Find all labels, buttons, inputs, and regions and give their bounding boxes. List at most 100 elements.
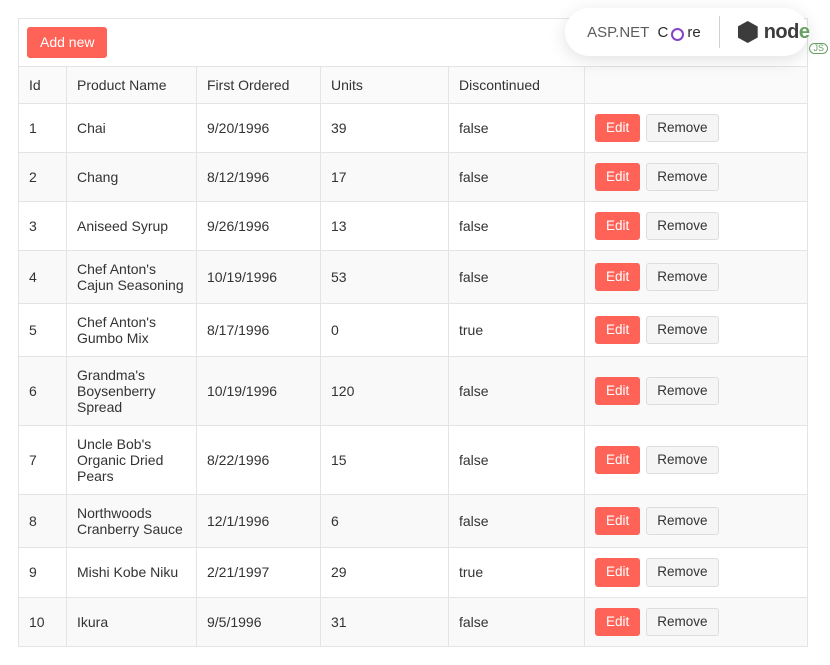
cell-discontinued: false — [449, 251, 585, 304]
cell-id: 9 — [19, 548, 67, 597]
table-row: 8Northwoods Cranberry Sauce12/1/19966fal… — [19, 495, 808, 548]
table-row: 6Grandma's Boysenberry Spread10/19/19961… — [19, 357, 808, 426]
cell-actions: EditRemove — [585, 426, 808, 495]
cell-units: 15 — [321, 426, 449, 495]
col-id[interactable]: Id — [19, 66, 67, 103]
remove-button[interactable]: Remove — [646, 558, 718, 586]
cell-units: 13 — [321, 202, 449, 251]
cell-units: 17 — [321, 152, 449, 201]
cell-actions: EditRemove — [585, 597, 808, 646]
edit-button[interactable]: Edit — [595, 507, 640, 535]
aspnet-core-ring-icon — [671, 28, 684, 41]
remove-button[interactable]: Remove — [646, 377, 718, 405]
table-row: 4Chef Anton's Cajun Seasoning10/19/19965… — [19, 251, 808, 304]
nodejs-logo: node JS — [738, 21, 786, 44]
cell-units: 29 — [321, 548, 449, 597]
cell-units: 0 — [321, 304, 449, 357]
col-units[interactable]: Units — [321, 66, 449, 103]
aspnet-text: ASP.NET — [587, 24, 649, 41]
aspnet-core-re: re — [687, 24, 700, 41]
cell-actions: EditRemove — [585, 548, 808, 597]
table-row: 9Mishi Kobe Niku2/21/199729trueEditRemov… — [19, 548, 808, 597]
cell-first-ordered: 9/20/1996 — [197, 103, 321, 152]
cell-product-name: Mishi Kobe Niku — [67, 548, 197, 597]
cell-first-ordered: 9/26/1996 — [197, 202, 321, 251]
cell-id: 4 — [19, 251, 67, 304]
cell-first-ordered: 12/1/1996 — [197, 495, 321, 548]
cell-id: 2 — [19, 152, 67, 201]
cell-discontinued: false — [449, 495, 585, 548]
col-discontinued[interactable]: Discontinued — [449, 66, 585, 103]
cell-id: 10 — [19, 597, 67, 646]
cell-discontinued: false — [449, 426, 585, 495]
cell-id: 7 — [19, 426, 67, 495]
node-js-badge: JS — [809, 43, 828, 54]
cell-first-ordered: 8/22/1996 — [197, 426, 321, 495]
edit-button[interactable]: Edit — [595, 263, 640, 291]
cell-first-ordered: 2/21/1997 — [197, 548, 321, 597]
table-row: 2Chang8/12/199617falseEditRemove — [19, 152, 808, 201]
remove-button[interactable]: Remove — [646, 212, 718, 240]
add-new-button[interactable]: Add new — [27, 27, 107, 58]
edit-button[interactable]: Edit — [595, 558, 640, 586]
cell-units: 53 — [321, 251, 449, 304]
remove-button[interactable]: Remove — [646, 446, 718, 474]
cell-discontinued: false — [449, 152, 585, 201]
cell-discontinued: false — [449, 202, 585, 251]
cell-product-name: Chef Anton's Cajun Seasoning — [67, 251, 197, 304]
col-actions — [585, 66, 808, 103]
cell-product-name: Chang — [67, 152, 197, 201]
cell-actions: EditRemove — [585, 152, 808, 201]
cell-discontinued: true — [449, 548, 585, 597]
cell-actions: EditRemove — [585, 304, 808, 357]
cell-first-ordered: 8/12/1996 — [197, 152, 321, 201]
cell-product-name: Uncle Bob's Organic Dried Pears — [67, 426, 197, 495]
cell-id: 8 — [19, 495, 67, 548]
edit-button[interactable]: Edit — [595, 316, 640, 344]
cell-product-name: Grandma's Boysenberry Spread — [67, 357, 197, 426]
cell-product-name: Chai — [67, 103, 197, 152]
aspnet-core-logo: ASP.NET C re — [587, 24, 701, 41]
cell-first-ordered: 9/5/1996 — [197, 597, 321, 646]
cell-product-name: Aniseed Syrup — [67, 202, 197, 251]
logo-separator — [719, 16, 720, 48]
col-first-ordered[interactable]: First Ordered — [197, 66, 321, 103]
cell-product-name: Chef Anton's Gumbo Mix — [67, 304, 197, 357]
edit-button[interactable]: Edit — [595, 212, 640, 240]
cell-product-name: Ikura — [67, 597, 197, 646]
cell-product-name: Northwoods Cranberry Sauce — [67, 495, 197, 548]
aspnet-core-c: C — [658, 24, 669, 41]
cell-first-ordered: 10/19/1996 — [197, 357, 321, 426]
table-row: 1Chai9/20/199639falseEditRemove — [19, 103, 808, 152]
remove-button[interactable]: Remove — [646, 507, 718, 535]
edit-button[interactable]: Edit — [595, 377, 640, 405]
node-text: node — [764, 21, 810, 44]
cell-actions: EditRemove — [585, 495, 808, 548]
remove-button[interactable]: Remove — [646, 316, 718, 344]
remove-button[interactable]: Remove — [646, 114, 718, 142]
products-table: Id Product Name First Ordered Units Disc… — [18, 66, 808, 647]
cell-id: 6 — [19, 357, 67, 426]
remove-button[interactable]: Remove — [646, 163, 718, 191]
edit-button[interactable]: Edit — [595, 608, 640, 636]
edit-button[interactable]: Edit — [595, 114, 640, 142]
cell-actions: EditRemove — [585, 357, 808, 426]
cell-id: 5 — [19, 304, 67, 357]
tech-logo-pill: ASP.NET C re node JS — [565, 8, 808, 56]
table-row: 10Ikura9/5/199631falseEditRemove — [19, 597, 808, 646]
cell-id: 1 — [19, 103, 67, 152]
table-row: 5Chef Anton's Gumbo Mix8/17/19960trueEdi… — [19, 304, 808, 357]
remove-button[interactable]: Remove — [646, 608, 718, 636]
cell-id: 3 — [19, 202, 67, 251]
table-row: 7Uncle Bob's Organic Dried Pears8/22/199… — [19, 426, 808, 495]
remove-button[interactable]: Remove — [646, 263, 718, 291]
edit-button[interactable]: Edit — [595, 163, 640, 191]
cell-actions: EditRemove — [585, 103, 808, 152]
cell-units: 39 — [321, 103, 449, 152]
cell-units: 6 — [321, 495, 449, 548]
cell-units: 31 — [321, 597, 449, 646]
col-product-name[interactable]: Product Name — [67, 66, 197, 103]
cell-discontinued: false — [449, 357, 585, 426]
edit-button[interactable]: Edit — [595, 446, 640, 474]
cell-discontinued: true — [449, 304, 585, 357]
